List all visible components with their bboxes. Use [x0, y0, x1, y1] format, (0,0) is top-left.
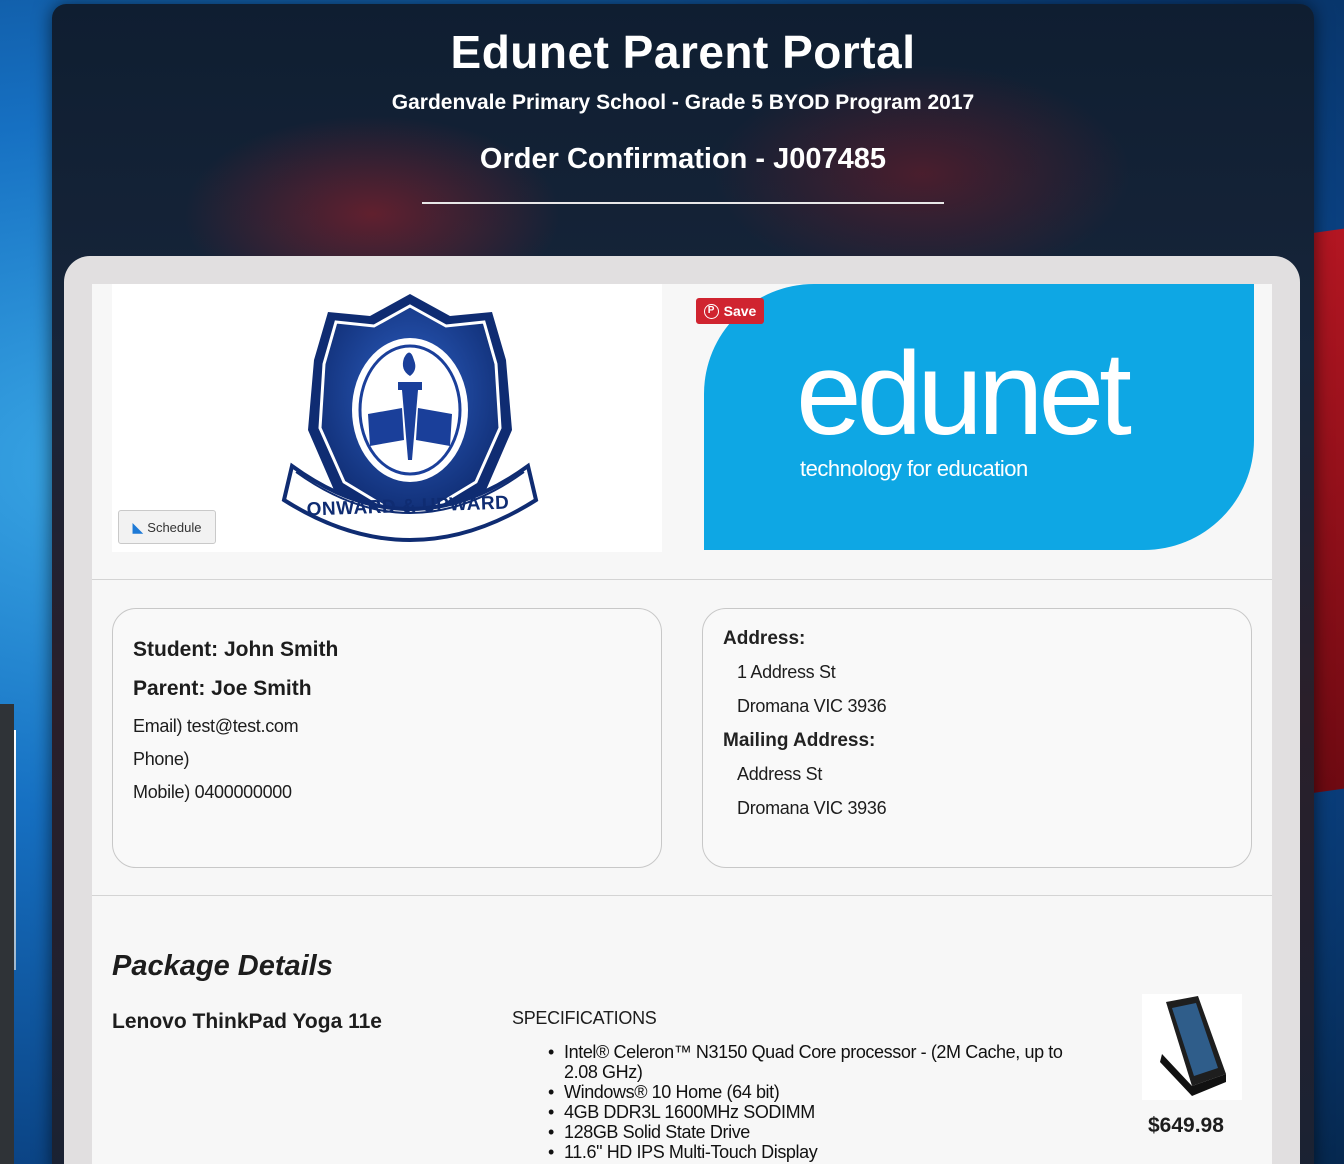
- schedule-icon: ◣: [132, 518, 144, 535]
- portal-title: Edunet Parent Portal: [450, 26, 916, 78]
- specifications-heading: SPECIFICATIONS: [512, 1008, 657, 1028]
- program-subtitle: Gardenvale Primary School - Grade 5 BYOD…: [391, 91, 975, 114]
- mailing-address-line-1: Address St: [737, 764, 823, 784]
- schedule-label: Schedule: [147, 519, 202, 535]
- spec-item: 128GB Solid State Drive: [548, 1122, 1084, 1142]
- portal-header: Edunet Parent Portal Gardenvale Primary …: [52, 26, 1314, 204]
- order-card-inner: ONWARD & UPWARD ◣ Schedule edunet techno…: [92, 284, 1272, 1164]
- address-box: Address: 1 Address St Dromana VIC 3936 M…: [702, 608, 1252, 868]
- address-line-2: Dromana VIC 3936: [737, 696, 887, 716]
- header-divider: [422, 202, 944, 204]
- specifications-list: Intel® Celeron™ N3150 Quad Core processo…: [548, 1042, 1084, 1162]
- mobile-text: Mobile) 0400000000: [133, 782, 292, 802]
- package-details-section: Package Details Lenovo ThinkPad Yoga 11e…: [92, 896, 1272, 1164]
- logo-row: ONWARD & UPWARD ◣ Schedule edunet techno…: [92, 284, 1272, 580]
- edunet-tagline: technology for education: [800, 456, 1028, 481]
- contact-row: Student: John Smith Parent: Joe Smith Em…: [92, 580, 1272, 896]
- student-name: Student: John Smith: [133, 638, 339, 661]
- spec-item: Windows® 10 Home (64 bit): [548, 1082, 1084, 1102]
- address-label: Address:: [723, 628, 806, 649]
- spec-item: Intel® Celeron™ N3150 Quad Core processo…: [548, 1042, 1084, 1082]
- laptop-product-image: [1142, 994, 1242, 1100]
- mailing-address-line-2: Dromana VIC 3936: [737, 798, 887, 818]
- package-details-title: Package Details: [112, 950, 333, 982]
- spec-item: 4GB DDR3L 1600MHz SODIMM: [548, 1102, 1084, 1122]
- parent-name: Parent: Joe Smith: [133, 677, 312, 700]
- order-confirmation-title: Order Confirmation - J007485: [479, 143, 887, 175]
- schedule-button[interactable]: ◣ Schedule: [118, 510, 216, 544]
- student-info-box: Student: John Smith Parent: Joe Smith Em…: [112, 608, 662, 868]
- product-price: $649.98: [1148, 1114, 1224, 1137]
- order-card: ONWARD & UPWARD ◣ Schedule edunet techno…: [64, 256, 1300, 1164]
- pinterest-icon: P: [703, 303, 719, 319]
- edunet-wordmark: edunet: [796, 328, 1132, 460]
- background-dark-graphic: [0, 704, 14, 1164]
- spec-item: 11.6" HD IPS Multi-Touch Display: [548, 1142, 1084, 1162]
- edunet-logo: edunet technology for education: [704, 284, 1254, 550]
- product-name: Lenovo ThinkPad Yoga 11e: [112, 1010, 382, 1033]
- address-line-1: 1 Address St: [737, 662, 836, 682]
- save-label: Save: [723, 303, 757, 319]
- school-logo: ONWARD & UPWARD ◣ Schedule: [112, 284, 662, 552]
- phone-text: Phone): [133, 749, 190, 769]
- pinterest-save-button[interactable]: P Save: [696, 298, 764, 324]
- email-text: Email) test@test.com: [133, 716, 299, 736]
- mailing-address-label: Mailing Address:: [723, 730, 876, 751]
